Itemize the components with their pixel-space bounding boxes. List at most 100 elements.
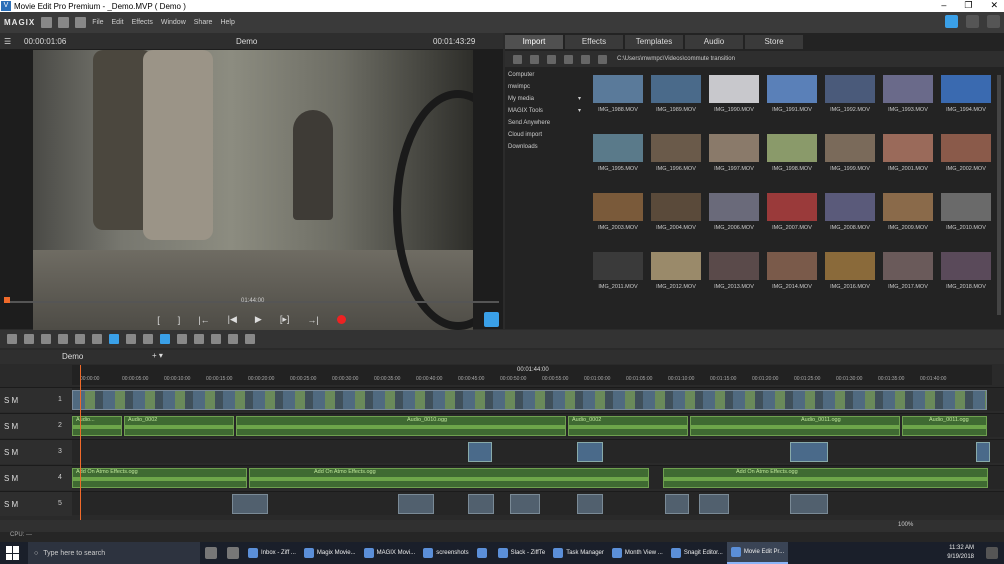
media-thumbnail[interactable]: IMG_2006.MOV — [709, 193, 759, 231]
video-clip-strip[interactable] — [72, 390, 987, 410]
record-button[interactable] — [336, 315, 346, 324]
taskbar-search-box[interactable]: ○ Type here to search — [28, 542, 200, 564]
audio-clip[interactable]: Audio_0002 — [568, 416, 688, 436]
media-thumbnail[interactable]: IMG_2016.MOV — [825, 252, 875, 290]
media-thumbnail[interactable]: IMG_2010.MOV — [941, 193, 991, 231]
taskbar-app[interactable]: Task Manager — [549, 542, 608, 564]
split-icon[interactable] — [92, 334, 102, 344]
taskbar-app[interactable] — [473, 542, 494, 564]
settings-icon[interactable] — [581, 54, 590, 64]
save-project-icon[interactable] — [75, 17, 87, 28]
mark-in-button[interactable]: [ — [157, 315, 160, 325]
chevron-down-icon[interactable]: ▾ — [578, 93, 581, 105]
chevron-down-icon[interactable]: ▾ — [578, 105, 581, 117]
track-solo-mute[interactable]: S M — [4, 474, 18, 483]
media-thumbnail[interactable]: IMG_2017.MOV — [883, 252, 933, 290]
trim-tool-icon[interactable] — [194, 334, 204, 344]
track-solo-mute[interactable]: S M — [4, 500, 18, 509]
photo-clip[interactable] — [468, 442, 492, 462]
tab-store[interactable]: Store — [745, 35, 803, 49]
notification-icon[interactable] — [986, 547, 998, 559]
media-thumbnail[interactable]: IMG_2001.MOV — [883, 134, 933, 172]
media-thumbnail[interactable]: IMG_1988.MOV — [593, 75, 643, 113]
mixer-icon[interactable] — [228, 334, 238, 344]
tree-item-my-media[interactable]: My media ▾ — [505, 93, 587, 105]
track-solo-mute[interactable]: S M — [4, 448, 18, 457]
tree-item-send-anywhere[interactable]: Send Anywhere — [505, 117, 587, 129]
tree-item-downloads[interactable]: Downloads — [505, 141, 587, 153]
add-tab-icon[interactable]: + ▾ — [152, 351, 163, 360]
unlink-icon[interactable] — [143, 334, 153, 344]
video-frame[interactable] — [33, 50, 473, 330]
preview-scrubber[interactable]: 01:44:00 — [0, 296, 503, 308]
audio-fx-clip[interactable]: Add On Atmo Effects.ogg — [72, 468, 247, 488]
redo-icon[interactable] — [24, 334, 34, 344]
title-clip[interactable] — [577, 494, 603, 514]
title-clip[interactable] — [699, 494, 729, 514]
close-button[interactable]: ✕ — [990, 0, 998, 11]
loop-button[interactable]: [▸] — [280, 314, 290, 325]
play-button[interactable]: ▶ — [255, 314, 262, 325]
title-clip[interactable] — [232, 494, 268, 514]
tab-effects[interactable]: Effects — [565, 35, 623, 49]
playhead[interactable] — [80, 365, 81, 525]
media-thumbnail[interactable]: IMG_1998.MOV — [767, 134, 817, 172]
delete-icon[interactable] — [41, 334, 51, 344]
media-thumbnail[interactable]: IMG_1997.MOV — [709, 134, 759, 172]
tab-audio[interactable]: Audio — [685, 35, 743, 49]
go-to-start-button[interactable]: |← — [198, 315, 209, 325]
media-thumbnail[interactable]: IMG_2002.MOV — [941, 134, 991, 172]
store-icon[interactable] — [227, 547, 239, 559]
media-thumbnail[interactable]: IMG_1992.MOV — [825, 75, 875, 113]
magnet-icon[interactable] — [109, 334, 119, 344]
media-thumbnail[interactable]: IMG_1993.MOV — [883, 75, 933, 113]
volume-icon[interactable] — [484, 312, 499, 327]
media-thumbnail[interactable]: IMG_2012.MOV — [651, 252, 701, 290]
taskbar-app[interactable]: Inbox - Ziff ... — [244, 542, 300, 564]
audio-clip[interactable]: Audio_0002 — [124, 416, 234, 436]
media-thumbnail[interactable]: IMG_2004.MOV — [651, 193, 701, 231]
tab-templates[interactable]: Templates — [625, 35, 683, 49]
media-thumbnail[interactable]: IMG_2014.MOV — [767, 252, 817, 290]
menu-file[interactable]: File — [92, 19, 103, 26]
media-thumbnail[interactable]: IMG_1995.MOV — [593, 134, 643, 172]
photo-clip[interactable] — [577, 442, 603, 462]
preview-timecode[interactable]: 00:00:01:06 — [24, 37, 66, 46]
track-solo-mute[interactable]: S M — [4, 396, 18, 405]
media-thumbnail[interactable]: IMG_1994.MOV — [941, 75, 991, 113]
folder-path[interactable]: C:\Users\mwmpc\Videos\commute transition — [617, 56, 735, 62]
taskbar-app[interactable]: MAGIX Movi... — [360, 542, 420, 564]
link-icon[interactable] — [126, 334, 136, 344]
media-scrollbar[interactable] — [997, 75, 1001, 315]
media-thumbnail[interactable]: IMG_2009.MOV — [883, 193, 933, 231]
menu-help[interactable]: Help — [220, 19, 234, 26]
tree-item-cloud-import[interactable]: Cloud import — [505, 129, 587, 141]
taskbar-app[interactable]: Slack - ZiffTe — [494, 542, 550, 564]
taskbar-app[interactable]: Magix Movie... — [300, 542, 360, 564]
scrub-marker-icon[interactable] — [4, 297, 10, 303]
media-thumbnail[interactable]: IMG_2013.MOV — [709, 252, 759, 290]
audio-clip[interactable]: Audio_0011.ogg — [690, 416, 900, 436]
open-project-icon[interactable] — [58, 17, 70, 28]
task-view-icon[interactable] — [205, 547, 217, 559]
tree-item-computer[interactable]: Computer — [505, 69, 587, 81]
audio-fx-clip[interactable]: Add On Atmo Effects.ogg — [249, 468, 649, 488]
export-icon[interactable] — [987, 15, 1000, 28]
taskbar-app[interactable]: Snagit Editor... — [667, 542, 727, 564]
media-thumbnail[interactable]: IMG_1996.MOV — [651, 134, 701, 172]
folder-up-icon[interactable] — [547, 54, 556, 64]
taskbar-app[interactable]: screenshots — [419, 542, 472, 564]
title-clip[interactable] — [398, 494, 434, 514]
title-clip[interactable] — [468, 494, 494, 514]
media-thumbnail[interactable]: IMG_2003.MOV — [593, 193, 643, 231]
previous-frame-button[interactable]: |◀ — [228, 314, 237, 325]
tree-item-user[interactable]: mwimpc — [505, 81, 587, 93]
track-solo-mute[interactable]: S M — [4, 422, 18, 431]
mark-out-button[interactable]: ] — [178, 315, 181, 325]
refresh-icon[interactable] — [598, 54, 607, 64]
menu-effects[interactable]: Effects — [132, 19, 153, 26]
maximize-button[interactable]: ❐ — [964, 0, 972, 11]
media-thumbnail[interactable]: IMG_1991.MOV — [767, 75, 817, 113]
project-tab-demo[interactable]: Demo — [62, 352, 83, 361]
marker-icon[interactable] — [75, 334, 85, 344]
